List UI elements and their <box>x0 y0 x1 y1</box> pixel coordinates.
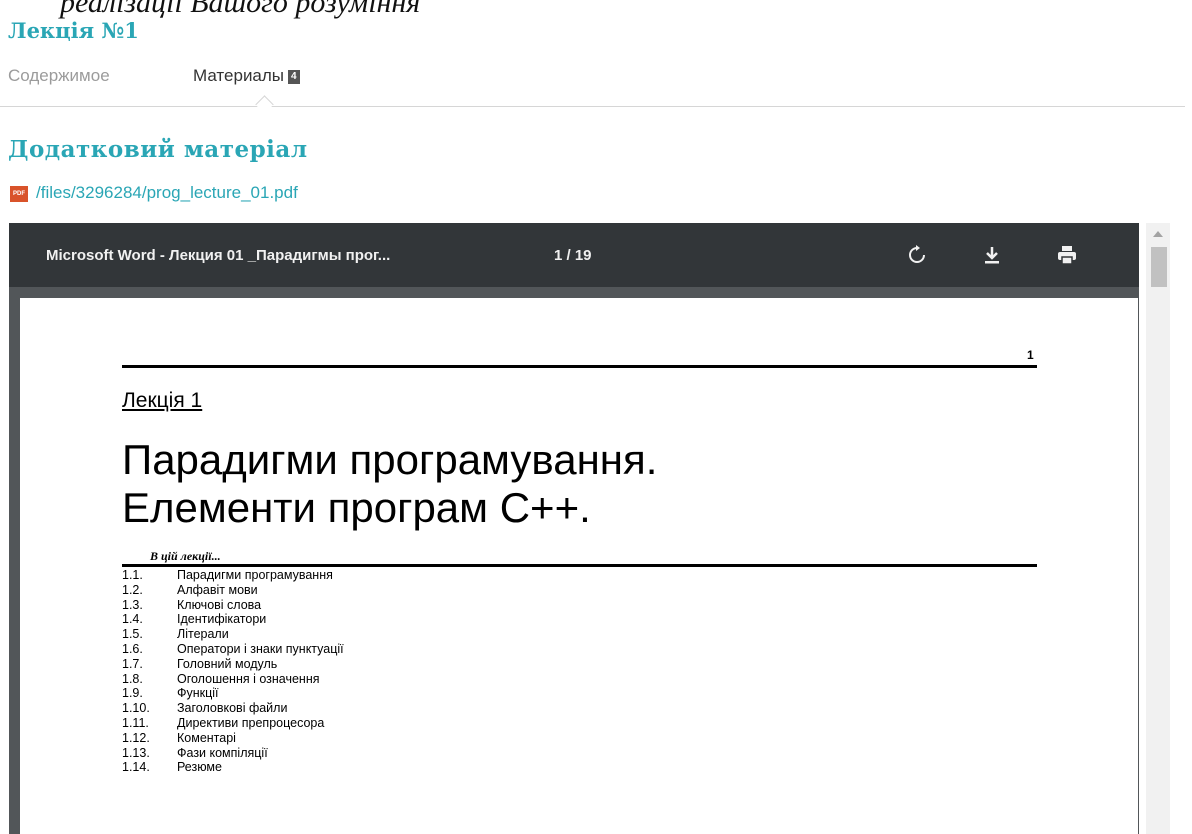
pdf-page: 1 Лекція 1 Парадигми програмування. Елем… <box>20 298 1138 834</box>
toc-item-text: Функції <box>177 686 219 701</box>
tab-materials[interactable]: Материалы 4 <box>193 66 300 86</box>
toc-item-text: Ідентифікатори <box>177 612 267 627</box>
toc-item: 1.2. Алфавіт мови <box>122 583 344 598</box>
toc-item: 1.3. Ключові слова <box>122 598 344 613</box>
file-link[interactable]: /files/3296284/prog_lecture_01.pdf <box>36 183 298 203</box>
toc-item: 1.8. Оголошення і означення <box>122 672 344 687</box>
materials-count-badge: 4 <box>288 70 300 84</box>
toc-item: 1.10. Заголовкові файли <box>122 701 344 716</box>
toc-item: 1.11. Директиви препроцесора <box>122 716 344 731</box>
document-title: Microsoft Word - Лекция 01 _Парадигмы пр… <box>46 247 391 264</box>
toc-item-number: 1.13. <box>122 745 150 760</box>
section-title: Додатковий матеріал <box>8 136 308 163</box>
in-this-lecture-label: В цій лекції... <box>150 549 221 563</box>
toc-item-number: 1.8. <box>122 671 143 686</box>
top-cut-text: реалізації Вашого розуміння <box>60 0 421 19</box>
download-icon[interactable] <box>972 237 1012 273</box>
pdf-file-icon: PDF <box>10 186 28 202</box>
toc-item-text: Головний модуль <box>177 656 278 671</box>
toc-item-number: 1.7. <box>122 656 143 671</box>
heading-line-2: Елементи програм С++. <box>122 484 591 531</box>
toc-item-text: Оголошення і означення <box>177 671 320 686</box>
toc-item-number: 1.3. <box>122 597 143 612</box>
toc-item-text: Алфавіт мови <box>177 582 258 597</box>
toc-item-text: Директиви препроцесора <box>177 715 325 730</box>
toc-item: 1.7. Головний модуль <box>122 657 344 672</box>
toc-item: 1.1. Парадигми програмування <box>122 568 344 583</box>
toc-item-number: 1.10. <box>122 701 150 716</box>
toc-item-number: 1.11. <box>122 715 149 730</box>
toc-item: 1.4. Ідентифікатори <box>122 612 344 627</box>
page-indicator: 1 / 19 <box>554 247 592 264</box>
page-number: 1 <box>1027 348 1034 362</box>
toc-item: 1.5. Літерали <box>122 627 344 642</box>
toc-item-text: Парадигми програмування <box>177 568 333 582</box>
toc-item-number: 1.1. <box>122 568 143 582</box>
pdf-viewer: Microsoft Word - Лекция 01 _Парадигмы пр… <box>9 223 1139 834</box>
toc-item-number: 1.2. <box>122 582 143 597</box>
scrollbar[interactable] <box>1146 223 1170 834</box>
toc-item-text: Літерали <box>177 627 229 642</box>
table-of-contents: 1.1. Парадигми програмування 1.2. Алфавіт м… <box>122 568 344 775</box>
toc-item-number: 1.14. <box>122 760 150 775</box>
scroll-up-arrow-icon[interactable] <box>1153 231 1163 237</box>
toc-item: 1.14. Резюме <box>122 760 344 775</box>
contents-rule <box>122 564 1037 567</box>
toc-item: 1.6. Оператори і знаки пунктуації <box>122 642 344 657</box>
toc-item: 1.13. Фази компіляції <box>122 746 344 761</box>
toc-item-number: 1.9. <box>122 686 143 701</box>
toc-item: 1.9. Функції <box>122 686 344 701</box>
tab-materials-label: Материалы <box>193 66 285 85</box>
toc-item-text: Коментарі <box>177 730 236 745</box>
heading-line-1: Парадигми програмування. <box>122 436 658 483</box>
document-heading: Парадигми програмування. Елементи програ… <box>122 436 657 532</box>
toc-item-number: 1.6. <box>122 641 143 656</box>
print-icon[interactable] <box>1047 237 1087 273</box>
lecture-label: Лекція 1 <box>122 389 203 412</box>
viewer-toolbar: Microsoft Word - Лекция 01 _Парадигмы пр… <box>9 223 1139 287</box>
toc-item-text: Фази компіляції <box>177 745 268 760</box>
lecture-title: Лекція №1 <box>8 18 139 43</box>
scrollbar-thumb[interactable] <box>1151 247 1167 287</box>
active-tab-caret <box>255 95 274 114</box>
toc-item-text: Ключові слова <box>177 597 262 612</box>
toc-item-text: Заголовкові файли <box>177 701 288 716</box>
rotate-icon[interactable] <box>897 237 937 273</box>
toc-item-text: Оператори і знаки пунктуації <box>177 641 344 656</box>
toc-item: 1.12. Коментарі <box>122 731 344 746</box>
tabs-bar: Содержимое Материалы 4 <box>0 58 1185 114</box>
tab-content[interactable]: Содержимое <box>8 66 110 86</box>
toc-item-number: 1.12. <box>122 730 150 745</box>
toc-item-number: 1.5. <box>122 627 143 642</box>
toc-item-text: Резюме <box>177 760 222 775</box>
header-rule <box>122 365 1037 368</box>
toc-item-number: 1.4. <box>122 612 143 627</box>
